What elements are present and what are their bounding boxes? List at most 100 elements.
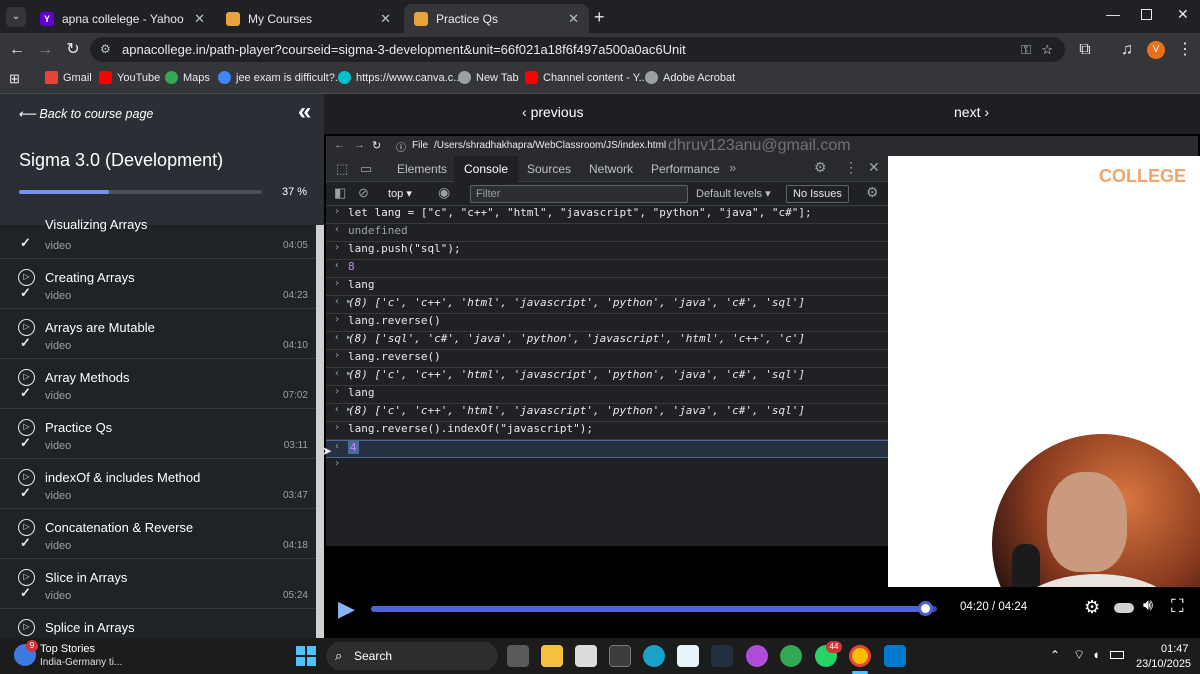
battery-icon[interactable] [1110, 651, 1124, 659]
tab-console[interactable]: Console [454, 156, 519, 182]
console-prompt[interactable]: › [326, 458, 888, 476]
next-button[interactable]: next › [954, 104, 989, 120]
file-path: /Users/shradhakhapra/WebClassroom/JS/ind… [434, 140, 667, 151]
levels-select[interactable]: Default levels ▾ [696, 187, 771, 200]
tab-yahoo[interactable]: Y apna collelege - Yahoo Hasil Pe ✕ [30, 4, 215, 33]
bookmark-adobe-acrobat[interactable]: Adobe Acrobat [645, 71, 735, 84]
console-input-line: › lang.reverse().indexOf("javascript"); [326, 422, 888, 440]
clear-console-icon[interactable]: ⊘ [358, 185, 369, 201]
issues-button[interactable]: No Issues [786, 185, 849, 203]
menu-kebab-icon[interactable]: ⋮ [1174, 39, 1196, 61]
close-icon[interactable]: ✕ [568, 11, 579, 27]
profile-avatar[interactable]: V [1147, 41, 1165, 59]
fullscreen-icon[interactable]: ⛶ [1171, 596, 1184, 617]
console-input-line: › lang [326, 386, 888, 404]
volume-icon[interactable]: 🔊︎ [1143, 597, 1153, 615]
lesson-item[interactable]: ▷ ✓ Creating Arrays video 04:23 [0, 259, 316, 309]
console-result-line: ‹ ▸ (8) ['c', 'c++', 'html', 'javascript'… [326, 296, 888, 314]
vscode-icon[interactable] [884, 645, 906, 667]
more-tabs-icon[interactable]: » [729, 160, 736, 175]
amazon-icon[interactable] [711, 645, 733, 667]
reload-button[interactable]: ↻ [62, 39, 84, 61]
notes-app-icon[interactable] [677, 645, 699, 667]
site-info-icon[interactable]: ⚙ [100, 37, 111, 62]
close-icon[interactable]: ✕ [868, 159, 880, 176]
close-icon[interactable]: ✕ [380, 11, 391, 27]
volume-tray-icon[interactable]: ◖ [1092, 647, 1100, 662]
bookmark-google-search[interactable]: jee exam is difficult?... [218, 71, 344, 84]
settings-gear-icon[interactable]: ⚙ [1084, 597, 1100, 618]
lesson-item[interactable]: ▷ ✓ Concatenation & Reverse video 04:18 [0, 509, 316, 559]
context-select[interactable]: top ▾ [388, 187, 412, 200]
seek-knob[interactable] [917, 601, 933, 616]
bookmark-channel-content[interactable]: Channel content - Y... [525, 71, 648, 84]
collapse-sidebar-icon[interactable]: « [298, 98, 311, 126]
console-input-line: › lang.reverse() [326, 314, 888, 332]
lesson-item[interactable]: ▷ ✓ Array Methods video 07:02 [0, 359, 316, 409]
lesson-item[interactable]: Visualizing Arrays ✓ video 04:05 [0, 209, 316, 259]
taskbar-search[interactable]: ⌕ Search [326, 642, 498, 670]
minimize-button[interactable]: — [1106, 6, 1120, 22]
gear-icon[interactable]: ⚙ [814, 159, 827, 176]
menu-kebab-icon[interactable]: ⋮ [844, 159, 858, 176]
close-icon[interactable]: ✕ [194, 11, 205, 27]
previous-button[interactable]: ‹ previous [522, 104, 583, 120]
bookmark-star-icon[interactable]: ☆ [1041, 37, 1053, 62]
back-button[interactable]: ← [6, 39, 28, 61]
chevron-right-icon: › [980, 104, 990, 120]
seek-bar[interactable] [371, 601, 937, 616]
tab-my-courses[interactable]: My Courses ✕ [216, 4, 401, 33]
lesson-item[interactable]: ▷ Splice in Arrays [0, 609, 316, 638]
media-control-icon[interactable]: ♫ [1116, 39, 1138, 61]
news-widget[interactable]: 9 Top Stories India-Germany ti... [14, 640, 214, 670]
tab-list-dropdown[interactable]: ⌄ [6, 7, 26, 27]
tab-sources[interactable]: Sources [527, 162, 571, 176]
sidebar-toggle-icon[interactable]: ◧ [334, 185, 346, 201]
password-key-icon[interactable]: ⚿ [1021, 37, 1031, 62]
lesson-item[interactable]: ▷ ✓ Arrays are Mutable video 04:10 [0, 309, 316, 359]
extensions-icon[interactable]: ⧉ [1074, 39, 1096, 61]
eye-icon[interactable]: ◉ [438, 184, 450, 201]
lesson-item[interactable]: ▷ ✓ indexOf & includes Method video 03:4… [0, 459, 316, 509]
edge-icon[interactable] [643, 645, 665, 667]
windows-taskbar: 9 Top Stories India-Germany ti... ⌕ Sear… [0, 638, 1200, 674]
apps-grid-icon[interactable]: ⊞ [9, 71, 20, 87]
task-view-icon[interactable] [507, 645, 529, 667]
autoplay-toggle[interactable] [1114, 603, 1134, 613]
sidebar-scrollbar[interactable] [316, 225, 324, 638]
start-button[interactable] [296, 646, 316, 666]
bookmark-maps[interactable]: Maps [165, 71, 210, 84]
tab-performance[interactable]: Performance [651, 162, 720, 176]
play-icon[interactable]: ▶ [338, 596, 355, 622]
copilot-icon[interactable] [746, 645, 768, 667]
bookmark-youtube[interactable]: YouTube [99, 71, 160, 84]
lesson-item[interactable]: ▷ ✓ Slice in Arrays video 05:24 [0, 559, 316, 609]
file-explorer-icon[interactable] [541, 645, 563, 667]
address-bar[interactable]: ⚙ apnacollege.in/path-player?courseid=si… [90, 37, 1065, 62]
lesson-item-current[interactable]: ▷ ✓ Practice Qs video 03:11 [0, 409, 316, 459]
amazon-app-icon[interactable] [575, 645, 597, 667]
tab-title: My Courses [248, 11, 313, 26]
close-window-button[interactable]: ✕ [1177, 6, 1189, 23]
restore-button[interactable] [1141, 9, 1152, 20]
tab-network[interactable]: Network [589, 162, 633, 176]
back-to-course-link[interactable]: ⟵ Back to course page [18, 106, 153, 121]
inspect-icon[interactable]: ⬚ [336, 161, 348, 177]
console-settings-icon[interactable]: ⚙ [866, 184, 879, 201]
chrome-active-icon[interactable] [849, 645, 871, 667]
device-toolbar-icon[interactable]: ▭ [360, 161, 372, 177]
bookmark-new-tab[interactable]: New Tab [458, 71, 519, 84]
bookmark-canva[interactable]: https://www.canva.c... [338, 71, 462, 84]
bookmark-gmail[interactable]: Gmail [45, 71, 92, 84]
tab-practice-qs[interactable]: Practice Qs ✕ [404, 4, 589, 33]
video-player[interactable]: ‹ previous next › ← → ↻ ⓘ File /Users/sh… [322, 94, 1200, 654]
calculator-icon[interactable] [609, 645, 631, 667]
filter-input[interactable]: Filter [470, 185, 688, 203]
new-tab-button[interactable]: + [594, 7, 605, 28]
gmail-icon [45, 71, 58, 84]
chevron-up-icon[interactable]: ⌃ [1050, 648, 1060, 662]
wifi-icon[interactable]: ⌔ [1073, 647, 1085, 663]
forward-button[interactable]: → [34, 39, 56, 61]
chrome-icon[interactable] [780, 645, 802, 667]
tab-elements[interactable]: Elements [397, 162, 447, 176]
